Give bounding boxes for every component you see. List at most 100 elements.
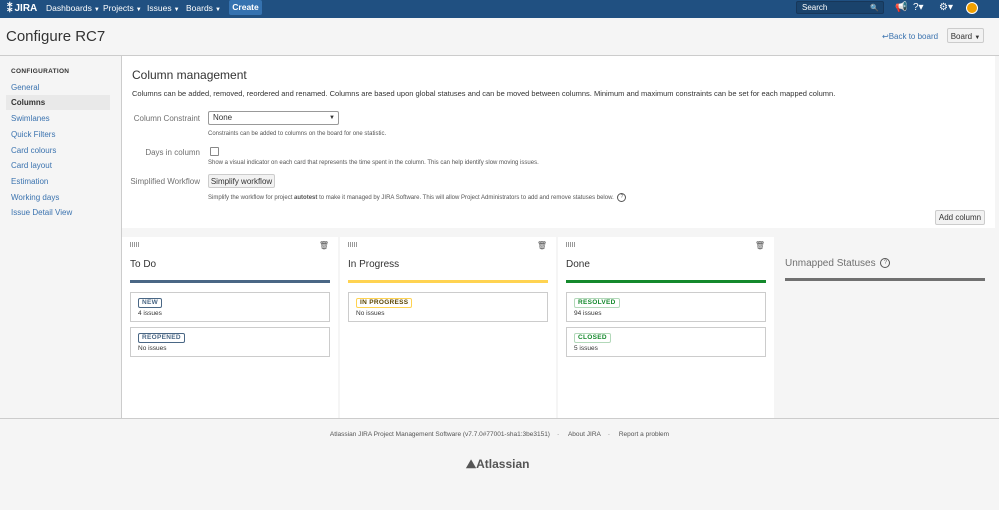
column-title[interactable]: To Do (130, 259, 156, 270)
workflow-hint-project: autotest (294, 195, 318, 202)
top-navigation: ⁑ JIRA Dashboards ▼ Projects ▼ Issues ▼ Boa… (0, 0, 999, 18)
status-lozenge: NEW (138, 298, 163, 308)
atlassian-logo[interactable]: ⛰Atlassian (466, 457, 529, 472)
simplified-workflow-label: Simplified Workflow (130, 177, 200, 186)
issue-count: 94 issues (574, 310, 602, 317)
sidebar-item-swimlanes[interactable]: Swimlanes (6, 111, 110, 126)
footer-links: Atlassian JIRA Project Management Softwa… (329, 431, 670, 438)
workflow-hint: Simplify the workflow for project autote… (208, 193, 627, 202)
user-avatar[interactable] (966, 2, 978, 14)
footer-software-version: Atlassian JIRA Project Management Softwa… (329, 431, 550, 438)
jira-logo-icon: ⁑ (7, 3, 13, 15)
nav-boards-label: Boards (186, 3, 213, 13)
section-title: Column management (132, 68, 247, 82)
unmapped-color-bar (785, 278, 985, 281)
drag-handle-icon[interactable] (348, 242, 358, 247)
search-placeholder: Search (802, 3, 828, 12)
chevron-down-icon: ▼ (214, 7, 221, 13)
days-in-column-hint: Show a visual indicator on each card tha… (208, 160, 539, 166)
section-description: Columns can be added, removed, reordered… (132, 89, 836, 98)
simplify-workflow-button[interactable]: Simplify workflow (208, 174, 275, 188)
status-card-reopened[interactable]: REOPENED No issues (130, 327, 330, 357)
issue-count: 5 issues (574, 345, 598, 352)
workflow-hint-pre: Simplify the workflow for project (208, 195, 293, 202)
status-card-in-progress[interactable]: IN PROGRESS No issues (348, 292, 548, 322)
nav-projects[interactable]: Projects ▼ (103, 3, 142, 13)
days-in-column-checkbox[interactable] (210, 147, 219, 156)
page-title: Configure RC7 (6, 28, 106, 45)
column-constraint-select[interactable]: None ▼ (208, 111, 339, 125)
status-card-closed[interactable]: CLOSED 5 issues (566, 327, 766, 357)
column-constraint-label: Column Constraint (133, 114, 200, 123)
jira-logo[interactable]: ⁑ JIRA (7, 2, 37, 15)
column-title[interactable]: Done (566, 259, 590, 270)
board-menu-label: Board (950, 32, 973, 41)
drag-handle-icon[interactable] (130, 242, 140, 247)
nav-boards[interactable]: Boards ▼ (186, 3, 221, 13)
status-lozenge: REOPENED (138, 333, 185, 343)
status-lozenge: CLOSED (574, 333, 611, 343)
configuration-sidebar: CONFIGURATION General Columns Swimlanes … (0, 56, 122, 418)
trash-icon[interactable]: 🗑 (755, 241, 765, 250)
constraint-hint: Constraints can be added to columns on t… (208, 131, 387, 137)
issue-count: No issues (138, 345, 167, 352)
column-color-bar (566, 280, 766, 283)
back-to-board-label: Back to board (888, 32, 939, 41)
workflow-hint-post: to make it managed by JIRA Software. Thi… (319, 195, 614, 202)
board-column-done[interactable]: 🗑 Done RESOLVED 94 issues CLOSED 5 issue… (558, 237, 774, 418)
footer-report-link[interactable]: Report a problem (619, 431, 669, 438)
notifications-icon[interactable]: 📢 (895, 2, 907, 13)
column-title[interactable]: In Progress (348, 259, 399, 270)
sidebar-item-quick-filters[interactable]: Quick Filters (6, 127, 110, 142)
nav-issues[interactable]: Issues ▼ (147, 3, 180, 13)
sidebar-item-card-layout[interactable]: Card layout (6, 158, 110, 173)
status-lozenge: IN PROGRESS (356, 298, 413, 308)
search-input[interactable]: Search 🔍 (796, 1, 884, 14)
sidebar-item-general[interactable]: General (6, 80, 110, 95)
sidebar-item-columns[interactable]: Columns (6, 95, 110, 110)
back-arrow-icon: ↩ (882, 32, 889, 41)
sidebar-heading: CONFIGURATION (11, 68, 70, 75)
create-button[interactable]: Create (229, 0, 262, 15)
issue-count: 4 issues (138, 310, 162, 317)
nav-dashboards[interactable]: Dashboards ▼ (46, 3, 100, 13)
days-in-column-label: Days in column (145, 148, 200, 157)
status-lozenge: RESOLVED (574, 298, 620, 308)
trash-icon[interactable]: 🗑 (537, 241, 547, 250)
sidebar-item-working-days[interactable]: Working days (6, 190, 110, 205)
nav-projects-label: Projects (103, 3, 134, 13)
trash-icon[interactable]: 🗑 (319, 241, 329, 250)
nav-dashboards-label: Dashboards (46, 3, 92, 13)
search-icon[interactable]: 🔍 (870, 3, 879, 15)
sidebar-item-estimation[interactable]: Estimation (6, 174, 110, 189)
chevron-down-icon: ▼ (974, 35, 981, 41)
nav-issues-label: Issues (147, 3, 172, 13)
help-icon[interactable]: ? (617, 193, 627, 202)
chevron-down-icon: ▼ (93, 7, 100, 13)
page-header: Configure RC7 ↩Back to board Board ▼ (0, 18, 999, 56)
drag-handle-icon[interactable] (566, 242, 576, 247)
status-card-new[interactable]: NEW 4 issues (130, 292, 330, 322)
help-icon[interactable]: ? (880, 258, 891, 269)
board-column-to-do[interactable]: 🗑 To Do NEW 4 issues REOPENED No issues (122, 237, 338, 418)
footer-about-link[interactable]: About JIRA (568, 431, 601, 438)
issue-count: No issues (356, 310, 385, 317)
unmapped-statuses-label: Unmapped Statuses (785, 258, 876, 269)
board-column-in-progress[interactable]: 🗑 In Progress IN PROGRESS No issues (340, 237, 556, 418)
help-icon[interactable]: ?▾ (913, 2, 924, 13)
sidebar-item-issue-detail-view[interactable]: Issue Detail View (6, 205, 110, 220)
column-color-bar (348, 280, 548, 283)
atlassian-logo-icon: ⛰ (466, 457, 477, 471)
jira-logo-text: JIRA (14, 3, 38, 14)
add-column-button[interactable]: Add column (935, 210, 985, 225)
board-menu-button[interactable]: Board ▼ (947, 28, 984, 43)
status-card-resolved[interactable]: RESOLVED 94 issues (566, 292, 766, 322)
atlassian-logo-text: Atlassian (476, 457, 530, 471)
sidebar-item-card-colours[interactable]: Card colours (6, 143, 110, 158)
chevron-down-icon: ▼ (173, 7, 180, 13)
column-management-panel: Column management Columns can be added, … (122, 56, 995, 228)
settings-gear-icon[interactable]: ⚙▾ (939, 2, 953, 13)
column-constraint-value: None (213, 113, 233, 122)
chevron-down-icon: ▼ (329, 115, 335, 121)
back-to-board-link[interactable]: ↩Back to board (882, 32, 938, 41)
